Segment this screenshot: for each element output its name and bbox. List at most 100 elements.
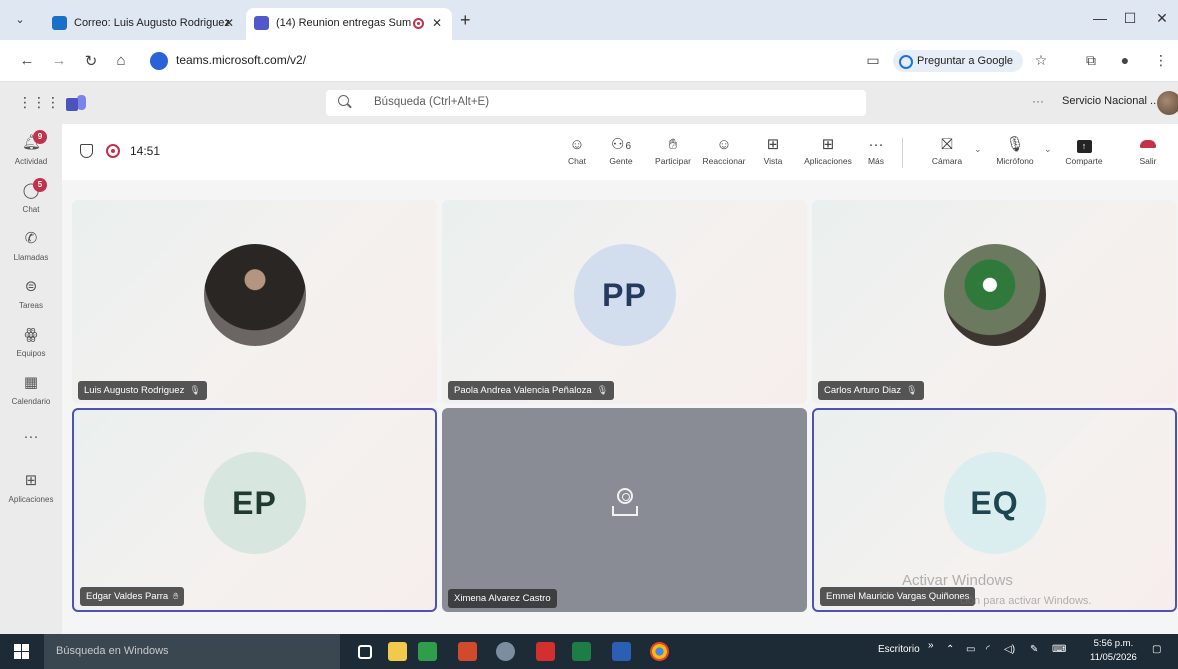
minimize-button[interactable]: — <box>1090 10 1110 26</box>
windows-start-icon[interactable] <box>14 644 29 659</box>
home-button[interactable]: ⌂ <box>112 52 130 69</box>
ask-google-button[interactable]: Preguntar a Google <box>893 50 1024 72</box>
excel-icon[interactable] <box>572 642 591 661</box>
task-view-icon[interactable] <box>358 645 372 659</box>
mic-options-chevron-icon[interactable]: ⌄ <box>1044 144 1052 155</box>
toolbar-divider <box>902 138 903 168</box>
rail-label: Chat <box>22 205 40 214</box>
more-icon: ··· <box>868 136 884 153</box>
more-button[interactable]: ··· Más <box>864 134 888 174</box>
header-more-icon[interactable]: ··· <box>1032 94 1044 108</box>
tab-search-chevron-icon[interactable]: ⌄ <box>10 10 30 30</box>
taskbar-search-input[interactable]: Búsqueda en Windows <box>44 634 340 669</box>
shield-icon[interactable] <box>80 144 93 158</box>
meeting-timer: 14:51 <box>130 144 161 158</box>
close-tab-icon[interactable]: ✕ <box>432 8 442 38</box>
browser-tab-mail[interactable]: Correo: Luis Augusto Rodriguez ✕ <box>44 8 244 40</box>
teams-icon <box>254 16 269 30</box>
reload-button[interactable]: ↻ <box>82 52 100 70</box>
rail-item-apps[interactable]: ⊞ Aplicaciones <box>0 468 62 514</box>
apps-label: Aplicaciones <box>804 156 852 166</box>
phone-icon: ✆ <box>24 230 38 247</box>
network-icon[interactable]: ◜ <box>986 644 990 655</box>
camera-off-icon: ⛝ <box>941 136 953 153</box>
more-label: Más <box>867 156 885 166</box>
toolbar-expand-icon[interactable]: » <box>928 640 934 651</box>
notifications-icon[interactable]: ▢ <box>1152 644 1161 655</box>
chat-icon: ☺ <box>569 136 585 153</box>
powerpoint-icon[interactable] <box>458 642 477 661</box>
file-explorer-icon[interactable] <box>388 642 407 661</box>
avatar[interactable] <box>1157 91 1178 115</box>
new-tab-button[interactable]: + <box>460 10 471 31</box>
participant-name: Paola Andrea Valencia Peñaloza <box>454 385 592 396</box>
app-icon[interactable] <box>418 642 437 661</box>
rail-item-chat[interactable]: ◯ 5 Chat <box>0 178 62 224</box>
close-window-button[interactable]: ✕ <box>1152 10 1172 27</box>
back-button[interactable]: ← <box>18 52 36 69</box>
rail-item-more[interactable]: ··· <box>0 424 62 470</box>
participant-name-tag: Carlos Arturo Diaz 🎙︎ <box>818 381 924 400</box>
battery-icon[interactable]: ▭ <box>966 644 975 655</box>
volume-icon[interactable]: ◁) <box>1004 644 1015 655</box>
maximize-button[interactable]: ☐ <box>1120 10 1140 27</box>
people-button[interactable]: ⚇6 Gente <box>604 134 638 174</box>
org-name[interactable]: Servicio Nacional ... <box>1062 95 1159 107</box>
chat-button[interactable]: ☺ Chat <box>560 134 594 174</box>
mic-off-icon: 🎙︎ <box>1005 136 1025 153</box>
site-info-icon[interactable] <box>150 52 168 70</box>
react-button[interactable]: ☺ Reaccionar <box>700 134 748 174</box>
people-count: 6 <box>625 141 631 152</box>
camera-button[interactable]: ⛝ Cámara <box>928 134 966 174</box>
desktop-toolbar-label[interactable]: Escritorio <box>878 644 920 655</box>
extensions-icon[interactable]: ⧉ <box>1082 52 1100 69</box>
view-button[interactable]: ⊞ Vista <box>758 134 788 174</box>
rail-item-calendar[interactable]: ▦ Calendario <box>0 370 62 416</box>
app-launcher-icon[interactable]: ⋮⋮⋮ <box>18 94 60 111</box>
url-field[interactable]: teams.microsoft.com/v2/ <box>144 47 864 75</box>
app-icon[interactable] <box>496 642 515 661</box>
notification-badge: 5 <box>33 178 47 192</box>
raise-label: Participar <box>655 156 691 166</box>
emoji-icon: ☺ <box>716 136 732 153</box>
rail-item-calls[interactable]: ✆ Llamadas <box>0 226 62 272</box>
teams-icon: ꙮ <box>24 326 38 343</box>
participant-tile[interactable]: EP Edgar Valdes Parra ✋︎ <box>72 408 437 612</box>
participant-tile[interactable]: PP Paola Andrea Valencia Peñaloza 🎙︎ <box>442 200 807 404</box>
bookmark-star-icon[interactable]: ☆ <box>1032 52 1050 69</box>
chrome-icon[interactable] <box>650 642 669 661</box>
grid-view-icon: ⊞ <box>766 136 780 153</box>
close-tab-icon[interactable]: ✕ <box>224 8 234 38</box>
rail-item-tasks[interactable]: ⊜ Tareas <box>0 274 62 320</box>
acrobat-icon[interactable] <box>536 642 555 661</box>
keyboard-icon[interactable]: ⌨ <box>1052 644 1066 655</box>
browser-menu-icon[interactable]: ⋮ <box>1152 52 1170 69</box>
participant-tile[interactable]: Luis Augusto Rodriguez 🎙︎ <box>72 200 437 404</box>
search-input[interactable]: Búsqueda (Ctrl+Alt+E) <box>326 90 866 116</box>
view-label: Vista <box>763 156 783 166</box>
rail-item-activity[interactable]: 🔔︎ 9 Actividad <box>0 130 62 176</box>
browser-tab-teams[interactable]: (14) Reunion entregas Sum ✕ <box>246 8 452 40</box>
share-button[interactable]: ↑ Comparte <box>1062 134 1106 174</box>
hang-up-icon <box>1134 134 1162 156</box>
word-icon[interactable] <box>612 642 631 661</box>
camera-options-chevron-icon[interactable]: ⌄ <box>974 144 982 155</box>
search-placeholder: Búsqueda (Ctrl+Alt+E) <box>374 96 490 108</box>
raise-hand-button[interactable]: ✋︎ Participar <box>650 134 696 174</box>
apps-button[interactable]: ⊞ Aplicaciones <box>800 134 856 174</box>
rail-label: Aplicaciones <box>8 495 54 504</box>
taskbar-clock[interactable]: 5:56 p.m. 11/05/2026 <box>1090 637 1137 665</box>
forward-button[interactable]: → <box>50 52 68 69</box>
participant-tile[interactable]: Ximena Alvarez Castro <box>442 408 807 612</box>
pen-icon[interactable]: ✎ <box>1030 644 1038 655</box>
tray-chevron-icon[interactable]: ⌃ <box>946 644 954 655</box>
leave-button[interactable]: Salir <box>1134 134 1162 174</box>
mic-button[interactable]: 🎙︎ Micrófono <box>990 134 1040 174</box>
participant-tile[interactable]: Carlos Arturo Diaz 🎙︎ <box>812 200 1177 404</box>
cast-icon[interactable]: ▭ <box>864 52 882 69</box>
participant-name-tag: Luis Augusto Rodriguez 🎙︎ <box>78 381 207 400</box>
profile-icon[interactable]: ● <box>1116 52 1134 68</box>
mic-off-icon: 🎙︎ <box>189 385 201 395</box>
rail-item-teams[interactable]: ꙮ Equipos <box>0 322 62 368</box>
participant-photo <box>943 244 1046 346</box>
